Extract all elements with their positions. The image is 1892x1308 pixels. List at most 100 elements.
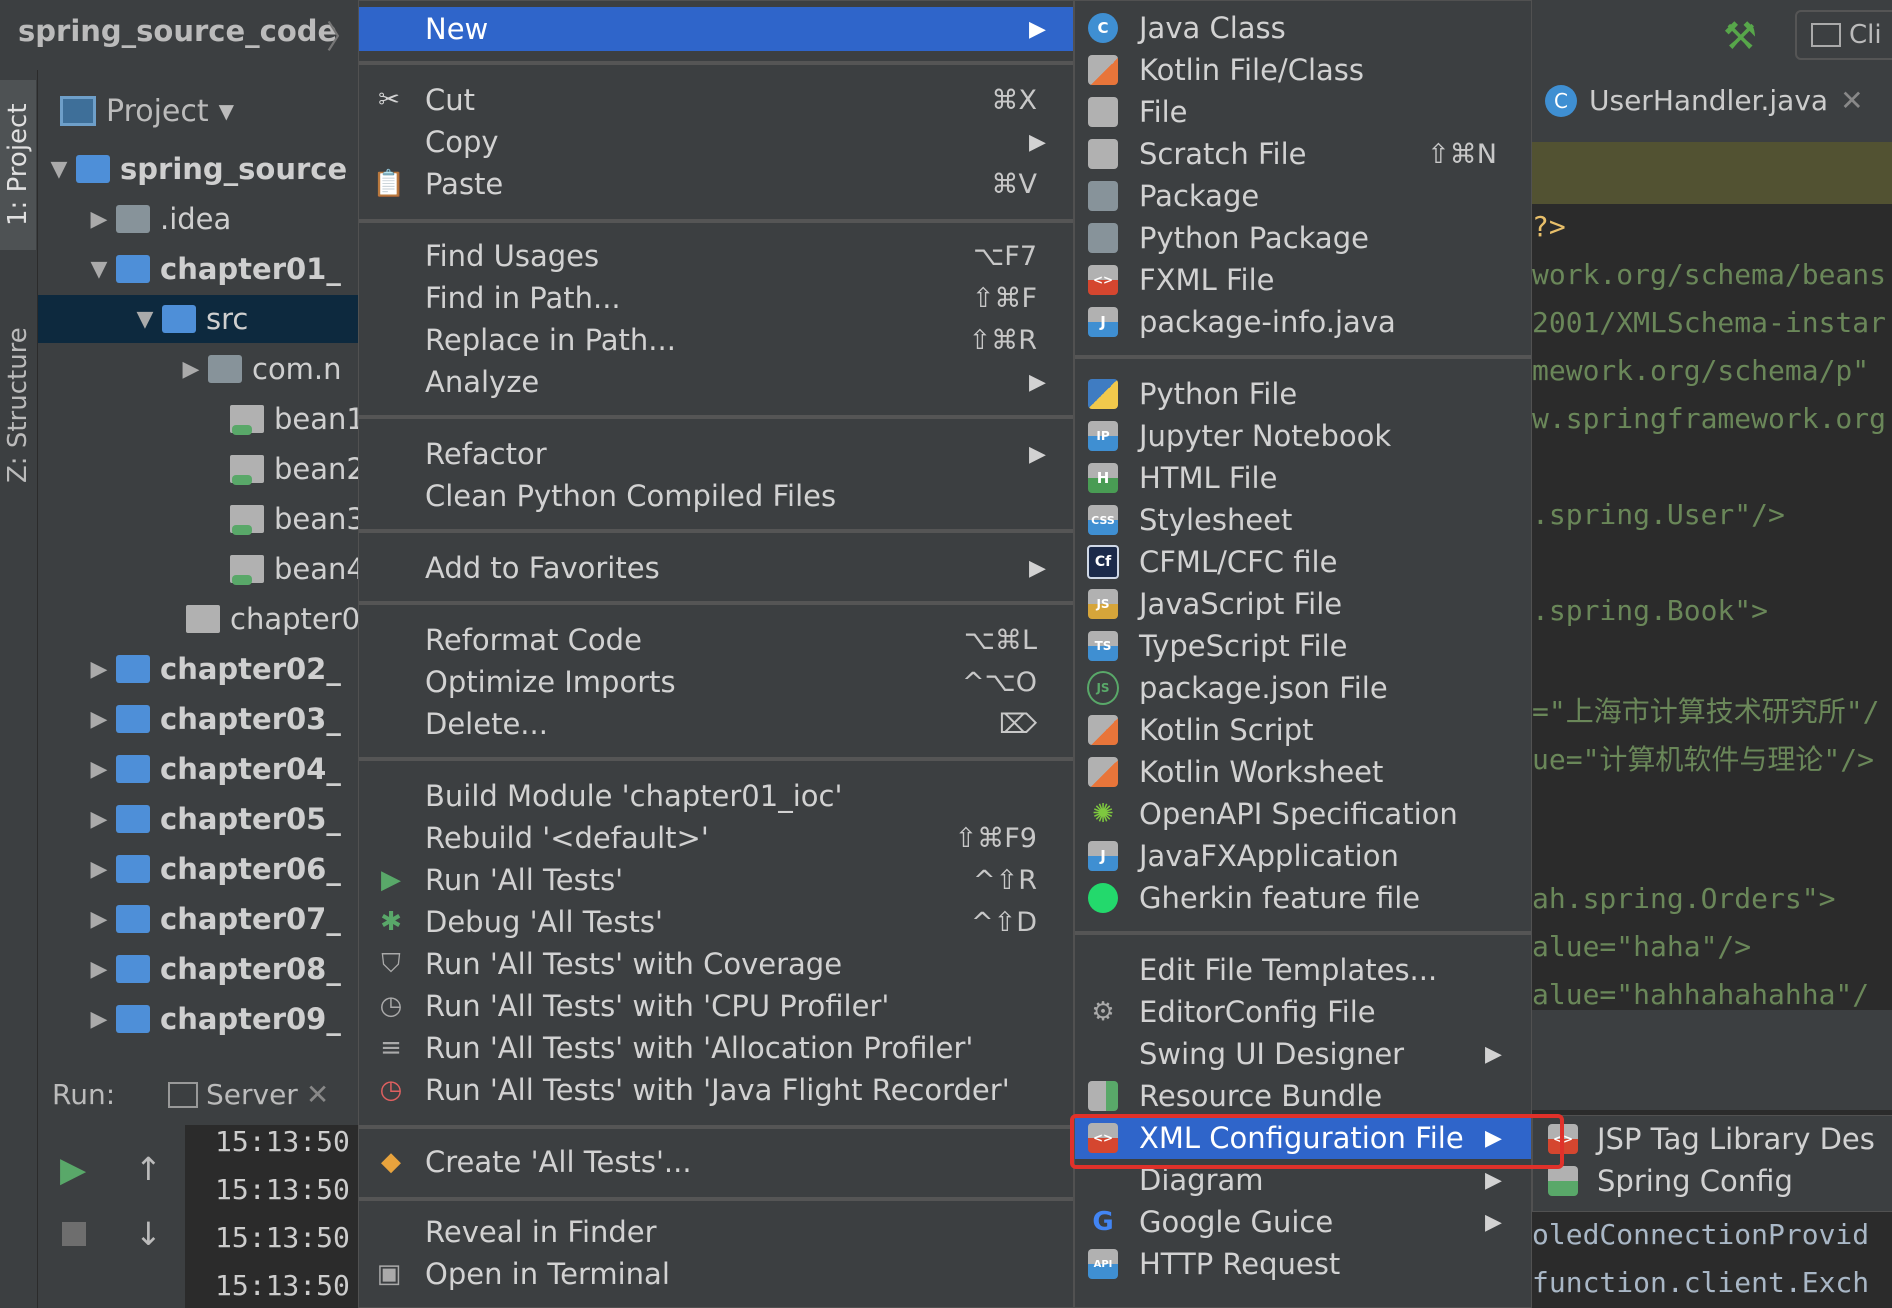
expand-arrow-icon[interactable]: ▶ [82, 707, 116, 732]
menu-item-optimize-imports[interactable]: Optimize Imports ^⌥O [359, 661, 1073, 703]
expand-arrow-icon[interactable]: ▶ [82, 957, 116, 982]
menu-item-open-in-terminal[interactable]: ▣ Open in Terminal [359, 1253, 1073, 1295]
menu-item-gherkin[interactable]: Gherkin feature file [1075, 877, 1531, 919]
tree-item[interactable]: chapter0 [186, 595, 360, 643]
menu-item-add-to-favorites[interactable]: Add to Favorites ▶ [359, 547, 1073, 589]
menu-item-html-file[interactable]: H HTML File [1075, 457, 1531, 499]
menu-item-refactor[interactable]: Refactor ▶ [359, 433, 1073, 475]
scroll-up-icon[interactable]: ↑ [135, 1150, 162, 1188]
rerun-play-icon[interactable]: ▶ [60, 1150, 86, 1190]
menu-item-fxml-file[interactable]: <> FXML File [1075, 259, 1531, 301]
menu-item-reveal-in-finder[interactable]: Reveal in Finder [359, 1211, 1073, 1253]
menu-item-http-request[interactable]: API HTTP Request [1075, 1243, 1531, 1285]
menu-item-cut[interactable]: ✂ Cut ⌘X [359, 79, 1073, 121]
menu-item-kotlin-file[interactable]: Kotlin File/Class [1075, 49, 1531, 91]
menu-item-package-json[interactable]: JS package.json File [1075, 667, 1531, 709]
menu-item-scratch-file[interactable]: Scratch File ⇧⌘N [1075, 133, 1531, 175]
run-configuration-selector[interactable]: Cli [1795, 10, 1892, 60]
menu-item-run-allocation-profiler[interactable]: ≡ Run 'All Tests' with 'Allocation Profi… [359, 1027, 1073, 1069]
tree-item[interactable]: ▶ chapter06_ [82, 845, 360, 893]
tree-item[interactable]: ▼ spring_source [42, 145, 360, 193]
menu-item-python-file[interactable]: Python File [1075, 373, 1531, 415]
menu-item-resource-bundle[interactable]: Resource Bundle [1075, 1075, 1531, 1117]
run-tab-server[interactable]: Server ✕ [168, 1078, 329, 1111]
menu-item-run-cpu-profiler[interactable]: ◷ Run 'All Tests' with 'CPU Profiler' [359, 985, 1073, 1027]
tree-item-selected[interactable]: ▼ src [38, 295, 360, 343]
menu-item-kotlin-script[interactable]: Kotlin Script [1075, 709, 1531, 751]
tree-item[interactable]: bean3 [230, 495, 360, 543]
tree-item[interactable]: ▶ chapter04_ [82, 745, 360, 793]
menu-item-build-module[interactable]: Build Module 'chapter01_ioc' [359, 775, 1073, 817]
expand-arrow-icon[interactable]: ▶ [82, 1007, 116, 1032]
tree-item[interactable]: ▶ chapter08_ [82, 945, 360, 993]
menu-item-jsp-tag-library[interactable]: <> JSP Tag Library Des [1533, 1118, 1892, 1160]
expand-arrow-icon[interactable]: ▼ [82, 257, 116, 282]
expand-arrow-icon[interactable]: ▶ [82, 857, 116, 882]
menu-item-javascript-file[interactable]: JS JavaScript File [1075, 583, 1531, 625]
menu-item-swing-ui-designer[interactable]: Swing UI Designer ▶ [1075, 1033, 1531, 1075]
menu-item-cfml-file[interactable]: Cf CFML/CFC file [1075, 541, 1531, 583]
menu-item-typescript-file[interactable]: TS TypeScript File [1075, 625, 1531, 667]
expand-arrow-icon[interactable]: ▶ [82, 207, 116, 232]
menu-item-javafx-application[interactable]: J JavaFXApplication [1075, 835, 1531, 877]
stop-icon[interactable] [62, 1222, 86, 1246]
tree-item[interactable]: ▶ chapter03_ [82, 695, 360, 743]
build-hammer-icon[interactable]: ⚒ [1723, 14, 1757, 58]
menu-item-new[interactable]: New ▶ [359, 7, 1073, 51]
menu-item-edit-file-templates[interactable]: Edit File Templates... [1075, 949, 1531, 991]
tree-item[interactable]: bean4 [230, 545, 360, 593]
menu-item-package-info[interactable]: J package-info.java [1075, 301, 1531, 343]
menu-item-debug-all-tests[interactable]: ✱ Debug 'All Tests' ^⇧D [359, 901, 1073, 943]
scroll-down-icon[interactable]: ↓ [135, 1215, 162, 1253]
tree-item[interactable]: ▶ chapter05_ [82, 795, 360, 843]
menu-item-create-tests[interactable]: ◆ Create 'All Tests'... [359, 1141, 1073, 1183]
menu-item-analyze[interactable]: Analyze ▶ [359, 361, 1073, 403]
menu-item-openapi[interactable]: ✺ OpenAPI Specification [1075, 793, 1531, 835]
menu-item-clean-python[interactable]: Clean Python Compiled Files [359, 475, 1073, 517]
menu-item-run-all-tests[interactable]: ▶ Run 'All Tests' ^⇧R [359, 859, 1073, 901]
menu-item-stylesheet[interactable]: CSS Stylesheet [1075, 499, 1531, 541]
close-icon[interactable]: ✕ [1840, 84, 1863, 117]
tool-tab-structure[interactable]: Z: Structure [0, 300, 36, 510]
expand-arrow-icon[interactable]: ▶ [82, 757, 116, 782]
menu-item-run-jfr[interactable]: ◷ Run 'All Tests' with 'Java Flight Reco… [359, 1069, 1073, 1111]
menu-item-label: Run 'All Tests' with 'CPU Profiler' [425, 989, 890, 1023]
menu-item-file[interactable]: File [1075, 91, 1531, 133]
close-icon[interactable]: ✕ [306, 1078, 329, 1111]
tree-item[interactable]: ▶ .idea [82, 195, 360, 243]
tree-item[interactable]: ▶ chapter02_ [82, 645, 360, 693]
menu-item-find-usages[interactable]: Find Usages ⌥F7 [359, 235, 1073, 277]
expand-arrow-icon[interactable]: ▶ [174, 357, 208, 382]
menu-item-replace-in-path[interactable]: Replace in Path... ⇧⌘R [359, 319, 1073, 361]
tree-item[interactable]: ▼ chapter01_ [82, 245, 360, 293]
tree-item[interactable]: ▶ chapter09_ [82, 995, 360, 1043]
tool-tab-project[interactable]: 1: Project [0, 80, 36, 250]
menu-item-google-guice[interactable]: G Google Guice ▶ [1075, 1201, 1531, 1243]
menu-item-find-in-path[interactable]: Find in Path... ⇧⌘F [359, 277, 1073, 319]
editor-tab-userhandler[interactable]: C UserHandler.java ✕ [1545, 84, 1864, 117]
breadcrumb-project[interactable]: spring_source_code [18, 14, 337, 48]
project-view-selector[interactable]: Project ▼ [60, 88, 234, 134]
menu-item-run-coverage[interactable]: ⛉ Run 'All Tests' with Coverage [359, 943, 1073, 985]
menu-item-java-class[interactable]: C Java Class [1075, 7, 1531, 49]
tree-item[interactable]: ▶ com.n [174, 345, 360, 393]
expand-arrow-icon[interactable]: ▶ [82, 907, 116, 932]
menu-item-copy[interactable]: Copy ▶ [359, 121, 1073, 163]
tree-item[interactable]: bean1 [230, 395, 360, 443]
expand-arrow-icon[interactable]: ▼ [42, 157, 76, 182]
tree-item[interactable]: ▶ chapter07_ [82, 895, 360, 943]
expand-arrow-icon[interactable]: ▶ [82, 807, 116, 832]
menu-item-reformat-code[interactable]: Reformat Code ⌥⌘L [359, 619, 1073, 661]
menu-item-kotlin-worksheet[interactable]: Kotlin Worksheet [1075, 751, 1531, 793]
expand-arrow-icon[interactable]: ▶ [82, 657, 116, 682]
menu-item-delete[interactable]: Delete... ⌦ [359, 703, 1073, 745]
expand-arrow-icon[interactable]: ▼ [128, 307, 162, 332]
menu-item-package[interactable]: Package [1075, 175, 1531, 217]
menu-item-python-package[interactable]: Python Package [1075, 217, 1531, 259]
menu-item-editorconfig[interactable]: ⚙ EditorConfig File [1075, 991, 1531, 1033]
menu-item-spring-config[interactable]: Spring Config [1533, 1160, 1892, 1202]
tree-item[interactable]: bean2 [230, 445, 360, 493]
menu-item-paste[interactable]: 📋 Paste ⌘V [359, 163, 1073, 205]
menu-item-jupyter-notebook[interactable]: IP Jupyter Notebook [1075, 415, 1531, 457]
menu-item-rebuild[interactable]: Rebuild '<default>' ⇧⌘F9 [359, 817, 1073, 859]
